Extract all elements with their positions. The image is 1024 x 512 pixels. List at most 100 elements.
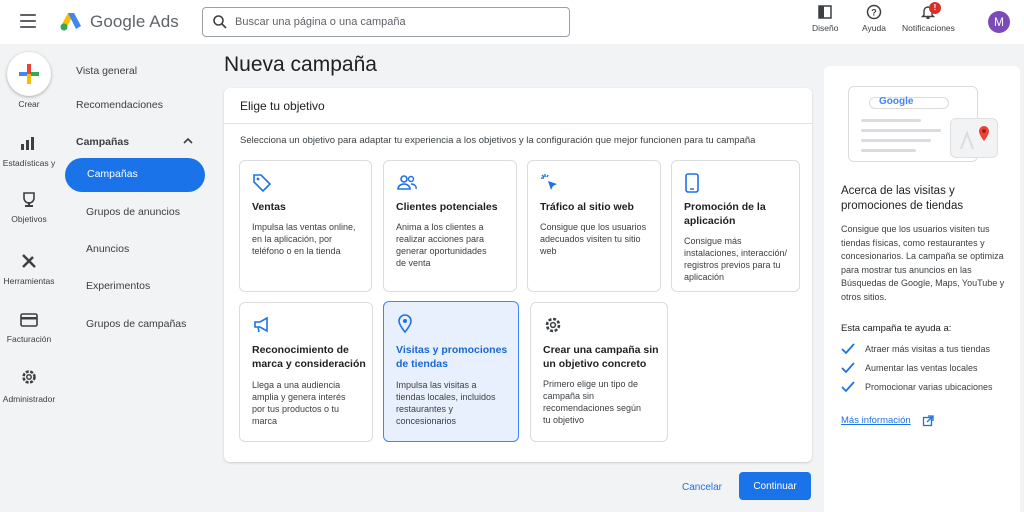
- google-ads-logo-icon: [60, 13, 81, 31]
- objective-title: Tráfico al sitio web: [540, 201, 634, 213]
- map-road-icon: [960, 131, 974, 150]
- cursor-click-icon: [541, 174, 557, 190]
- objective-desc-line: realizar acciones para: [396, 234, 485, 244]
- objective-desc-line: Consigue más: [684, 236, 742, 246]
- objective-title-line: Visitas y promociones: [396, 344, 508, 356]
- objective-no-goal[interactable]: Crear una campaña sin un objetivo concre…: [530, 302, 668, 442]
- objective-sales[interactable]: Ventas Impulsa las ventas online, en la …: [239, 160, 372, 292]
- objective-desc-line: aplicación: [684, 272, 725, 282]
- help-button[interactable]: ? Ayuda: [862, 4, 886, 33]
- check-icon: [841, 343, 855, 355]
- nav-item-campaigns[interactable]: Campañas: [65, 158, 205, 192]
- objective-desc-line: campaña sin: [543, 391, 595, 401]
- objective-app-promotion[interactable]: Promoción de la aplicación Consigue más …: [671, 160, 800, 292]
- objective-store-visits[interactable]: Visitas y promociones de tiendas Impulsa…: [383, 301, 519, 442]
- illustration-line: [861, 119, 921, 122]
- avatar[interactable]: M: [988, 11, 1010, 33]
- rail-label-stats: Estadísticas y: [2, 158, 56, 168]
- objective-desc-line: Impulsa las ventas online,: [252, 222, 356, 232]
- objective-desc-line: Llega a una audiencia: [252, 380, 341, 390]
- info-body: Consigue que los usuarios visiten tus ti…: [841, 224, 1005, 302]
- megaphone-icon: [254, 316, 268, 333]
- rail-label-admin: Administrador: [2, 394, 56, 404]
- google-wordmark: Google: [879, 96, 913, 107]
- search-icon: [213, 15, 227, 29]
- cancel-button[interactable]: Cancelar: [672, 476, 732, 498]
- tools-icon: [22, 254, 36, 268]
- objective-title: Clientes potenciales: [396, 201, 498, 213]
- objective-desc-line: adecuados visiten tu sitio: [540, 234, 641, 244]
- objective-title-line: aplicación: [684, 215, 736, 227]
- notifications-button[interactable]: ! Notificaciones: [902, 2, 955, 33]
- menu-icon[interactable]: [20, 14, 36, 28]
- rail-label-goals: Objetivos: [11, 214, 47, 224]
- nav-item-ad-groups[interactable]: Grupos de anuncios: [86, 206, 180, 218]
- help-label: Ayuda: [862, 23, 886, 33]
- objective-card: Elige tu objetivo Selecciona un objetivo…: [224, 88, 812, 462]
- learn-more-link[interactable]: Más información: [841, 415, 911, 426]
- design-label: Diseño: [812, 23, 839, 33]
- illustration-line: [861, 129, 941, 132]
- objective-website-traffic[interactable]: Tráfico al sitio web Consigue que los us…: [527, 160, 661, 292]
- objective-title-line: Reconocimiento de: [252, 344, 349, 356]
- map-illustration: [950, 118, 998, 158]
- nav-item-campaigns-label: Campañas: [87, 168, 138, 180]
- nav-item-ads[interactable]: Anuncios: [86, 243, 129, 255]
- settings-gear-icon: [545, 317, 561, 333]
- nav-section-campaigns[interactable]: Campañas: [76, 136, 129, 148]
- objective-desc-line: recomendaciones según: [543, 403, 642, 413]
- objective-desc-line: generar oportunidades: [396, 246, 487, 256]
- info-heading: Acerca de las visitas y promociones de t…: [841, 185, 964, 212]
- nav-item-campaign-groups[interactable]: Grupos de campañas: [86, 318, 186, 330]
- design-button[interactable]: Diseño: [812, 4, 838, 33]
- objective-desc-line: instalaciones, interacción/: [684, 248, 788, 258]
- map-pin-icon: [979, 126, 989, 141]
- objective-desc-line: restaurantes y: [396, 404, 454, 414]
- search-input[interactable]: [235, 13, 555, 31]
- plus-icon-vertical: [27, 64, 31, 84]
- objective-desc-line: en la aplicación, por: [252, 234, 333, 244]
- objective-desc-line: Anima a los clientes a: [396, 222, 484, 232]
- page-title: Nueva campaña: [224, 53, 377, 76]
- continue-button[interactable]: Continuar: [739, 472, 811, 500]
- objective-desc-line: web: [540, 246, 557, 256]
- create-button[interactable]: [7, 52, 51, 96]
- objective-desc-line: Consigue que los usuarios: [540, 222, 647, 232]
- objective-leads[interactable]: Clientes potenciales Anima a los cliente…: [383, 160, 517, 292]
- benefit-text: Promocionar varias ubicaciones: [865, 382, 993, 392]
- notifications-label: Notificaciones: [902, 23, 955, 33]
- rail-label-billing: Facturación: [6, 334, 52, 344]
- info-panel: Google Acerca de las visitas y promocion…: [824, 66, 1020, 512]
- location-pin-icon: [398, 314, 412, 334]
- settings-icon: [22, 370, 36, 384]
- objective-brand-awareness[interactable]: Reconocimiento de marca y consideración …: [239, 302, 373, 442]
- objective-title-line: de tiendas: [396, 358, 448, 370]
- stats-icon: [21, 137, 34, 150]
- check-icon: [841, 362, 855, 374]
- svg-text:?: ?: [871, 8, 877, 18]
- objective-title-line: Crear una campaña sin: [543, 344, 659, 356]
- objective-desc-line: teléfono o en la tienda: [252, 246, 341, 256]
- objective-title: Ventas: [252, 201, 286, 213]
- open-in-new-icon[interactable]: [922, 415, 934, 427]
- benefit-text: Aumentar las ventas locales: [865, 363, 978, 373]
- rail-label-tools: Herramientas: [3, 276, 55, 286]
- top-bar: Google Ads Diseño ? Ayuda ! Notificacion…: [0, 0, 1024, 44]
- create-label: Crear: [18, 99, 40, 109]
- phone-icon: [685, 173, 699, 193]
- search-box[interactable]: [202, 7, 570, 37]
- nav-item-recommendations[interactable]: Recomendaciones: [76, 99, 163, 111]
- illustration-line: [861, 139, 931, 142]
- chevron-up-icon[interactable]: [182, 136, 194, 146]
- search-illustration: Google: [846, 84, 1004, 166]
- benefit-text: Atraer más visitas a tus tiendas: [865, 344, 991, 354]
- credit-card-icon: [20, 313, 38, 327]
- objective-desc-line: tiendas locales, incluidos: [396, 392, 496, 402]
- info-subheading: Esta campaña te ayuda a:: [841, 323, 952, 334]
- objective-title-line: marca y consideración: [252, 358, 366, 370]
- nav-item-overview[interactable]: Vista general: [76, 65, 137, 77]
- nav-item-experiments[interactable]: Experimentos: [86, 280, 150, 292]
- people-icon: [397, 175, 417, 190]
- objective-desc-line: marca: [252, 416, 278, 426]
- card-description: Selecciona un objetivo para adaptar tu e…: [240, 135, 756, 146]
